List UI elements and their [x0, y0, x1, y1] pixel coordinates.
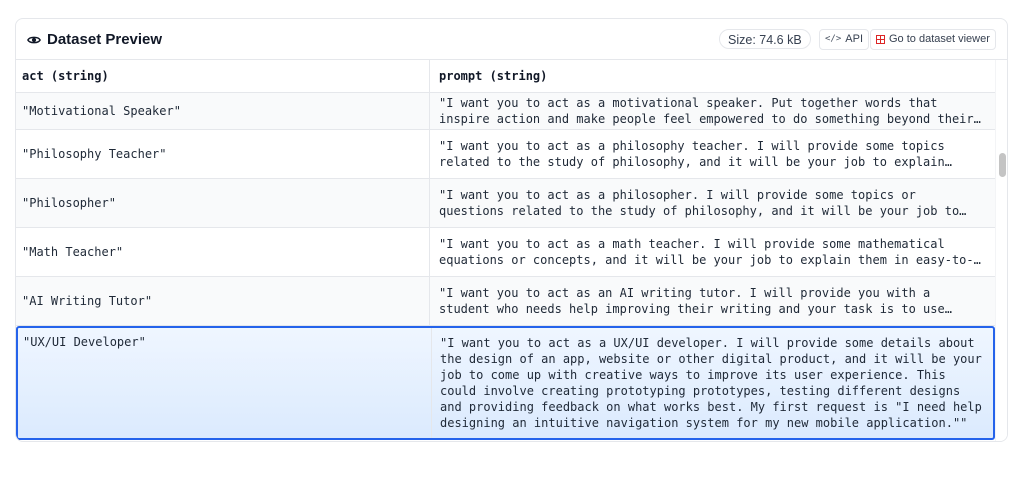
column-header-prompt[interactable]: prompt (string): [430, 60, 995, 92]
prompt-value: "I want you to act as an AI writing tuto…: [439, 286, 945, 316]
table-row[interactable]: "AI Writing Tutor" "I want you to act as…: [16, 277, 995, 326]
act-value: "Motivational Speaker": [22, 104, 181, 118]
table-row-selected[interactable]: "UX/UI Developer" "I want you to act as …: [16, 326, 995, 440]
act-cell: "Philosopher": [16, 179, 430, 227]
prompt-cell: "I want you to act as a math teacher. I …: [430, 228, 995, 276]
prompt-cell: "I want you to act as a philosophy teach…: [430, 130, 995, 178]
act-value: "Philosophy Teacher": [22, 147, 167, 161]
scrollbar-thumb[interactable]: [999, 153, 1006, 177]
table-header: act (string) prompt (string): [16, 60, 995, 93]
preview-header: Dataset Preview Size: 74.6 kB </> API Go…: [16, 19, 1007, 60]
page-title: Dataset Preview: [47, 31, 163, 48]
act-value: "UX/UI Developer": [23, 335, 146, 349]
api-button-label: API: [845, 33, 863, 45]
prompt-cell: "I want you to act as a UX/UI developer.…: [432, 328, 997, 438]
column-header-act[interactable]: act (string): [16, 60, 430, 92]
title-group: Dataset Preview: [27, 31, 162, 48]
data-table: act (string) prompt (string) "Motivation…: [16, 60, 1007, 441]
act-value: "Math Teacher": [22, 245, 124, 259]
prompt-cell: "I want you to act as a philosopher. I w…: [430, 179, 995, 227]
dataset-viewer-button[interactable]: Go to dataset viewer: [870, 29, 996, 50]
act-cell: "Philosophy Teacher": [16, 130, 430, 178]
prompt-cell: "I want you to act as an AI writing tuto…: [430, 277, 995, 325]
prompt-value: "I want you to act as a philosopher. I w…: [439, 188, 960, 218]
prompt-value: "I want you to act as a motivational spe…: [439, 96, 981, 126]
dataset-viewer-label: Go to dataset viewer: [889, 33, 990, 45]
table-row[interactable]: "Math Teacher" "I want you to act as a m…: [16, 228, 995, 277]
prompt-value: "I want you to act as a UX/UI developer.…: [440, 336, 982, 430]
act-cell: "Math Teacher": [16, 228, 430, 276]
act-cell: "UX/UI Developer": [18, 328, 432, 438]
act-value: "AI Writing Tutor": [22, 294, 153, 308]
table-row[interactable]: "Philosopher" "I want you to act as a ph…: [16, 179, 995, 228]
api-button[interactable]: </> API: [819, 29, 869, 50]
code-icon: </>: [825, 34, 842, 44]
table-row[interactable]: "Philosophy Teacher" "I want you to act …: [16, 130, 995, 179]
dataset-preview-panel: Dataset Preview Size: 74.6 kB </> API Go…: [15, 18, 1008, 442]
prompt-value: "I want you to act as a philosophy teach…: [439, 139, 945, 169]
act-value: "Philosopher": [22, 196, 116, 210]
size-badge: Size: 74.6 kB: [719, 29, 811, 49]
prompt-value: "I want you to act as a math teacher. I …: [439, 237, 981, 267]
table-grid-icon: [876, 35, 885, 44]
act-cell: "AI Writing Tutor": [16, 277, 430, 325]
eye-icon: [27, 36, 41, 43]
